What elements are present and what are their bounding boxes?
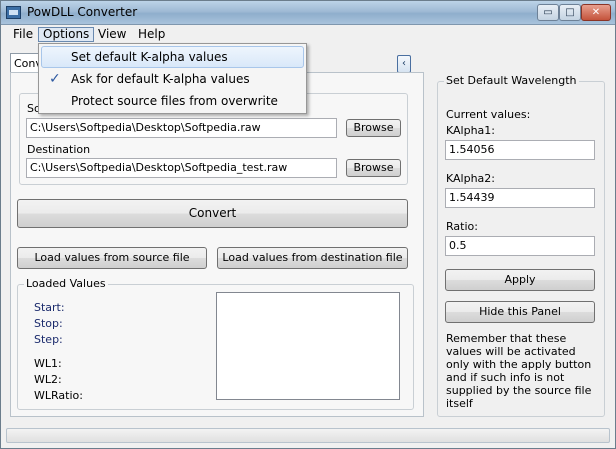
menu-view[interactable]: View — [94, 27, 130, 42]
wl2-label: WL2: — [34, 373, 62, 386]
menu-item-label: Ask for default K-alpha values — [71, 72, 250, 86]
kalpha2-label: KAlpha2: — [446, 172, 496, 185]
maximize-button[interactable]: □ — [559, 4, 581, 21]
chevron-left-icon[interactable]: ‹ — [397, 55, 411, 73]
options-dropdown: Set default K-alpha values ✓ Ask for def… — [38, 43, 307, 114]
load-source-button[interactable]: Load values from source file — [17, 247, 207, 269]
app-icon — [6, 6, 21, 19]
kalpha1-input[interactable]: 1.54056 — [445, 140, 595, 160]
wlratio-label: WLRatio: — [34, 389, 83, 402]
close-button[interactable]: ✕ — [581, 4, 611, 21]
start-label: Start: — [34, 301, 65, 314]
hide-panel-button[interactable]: Hide this Panel — [445, 301, 595, 323]
menu-item-protect-source[interactable]: Protect source files from overwrite — [41, 90, 304, 112]
menu-item-label: Set default K-alpha values — [71, 50, 228, 64]
source-input[interactable]: C:\Users\Softpedia\Desktop\Softpedia.raw — [26, 118, 337, 138]
app-window: PowDLL Converter ▭ □ ✕ File Options View… — [0, 0, 616, 449]
ratio-input[interactable]: 0.5 — [445, 236, 595, 256]
menu-item-set-default-kalpha[interactable]: Set default K-alpha values — [41, 46, 304, 68]
destination-label: Destination — [27, 143, 91, 156]
wavelength-panel-title: Set Default Wavelength — [444, 74, 579, 87]
destination-input[interactable]: C:\Users\Softpedia\Desktop\Softpedia_tes… — [26, 158, 337, 178]
step-label: Step: — [34, 333, 63, 346]
menu-options[interactable]: Options — [38, 27, 95, 42]
loaded-values-title: Loaded Values — [24, 277, 108, 290]
kalpha2-input[interactable]: 1.54439 — [445, 188, 595, 208]
ratio-label: Ratio: — [446, 220, 478, 233]
wl1-label: WL1: — [34, 357, 62, 370]
wavelength-note: Remember that these values will be activ… — [446, 332, 592, 410]
destination-browse-button[interactable]: Browse — [346, 159, 401, 177]
checkmark-icon: ✓ — [49, 71, 61, 87]
menu-item-label: Protect source files from overwrite — [71, 94, 278, 108]
menu-file[interactable]: File — [9, 27, 37, 42]
current-values-label: Current values: — [446, 108, 531, 121]
kalpha1-label: KAlpha1: — [446, 124, 496, 137]
menu-bar: File Options View Help — [1, 25, 615, 44]
menu-help[interactable]: Help — [134, 27, 169, 42]
apply-button[interactable]: Apply — [445, 269, 595, 291]
convert-button[interactable]: Convert — [17, 199, 408, 228]
source-browse-button[interactable]: Browse — [346, 119, 401, 137]
minimize-button[interactable]: ▭ — [537, 4, 559, 21]
stop-label: Stop: — [34, 317, 63, 330]
status-bar — [6, 428, 610, 443]
loaded-values-list[interactable] — [216, 292, 400, 400]
title-bar[interactable]: PowDLL Converter ▭ □ ✕ — [1, 1, 615, 25]
window-title: PowDLL Converter — [27, 5, 138, 19]
load-destination-button[interactable]: Load values from destination file — [217, 247, 408, 269]
menu-item-ask-default-kalpha[interactable]: ✓ Ask for default K-alpha values — [41, 68, 304, 90]
